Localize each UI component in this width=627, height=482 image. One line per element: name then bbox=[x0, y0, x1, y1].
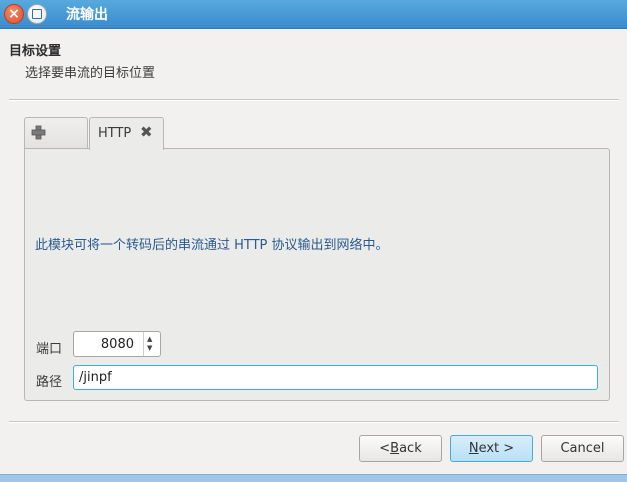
spin-arrows: ▲ ▼ bbox=[143, 332, 160, 356]
page-subtitle: 选择要串流的目标位置 bbox=[25, 66, 156, 81]
back-label-key: B bbox=[390, 441, 400, 456]
tab-http[interactable]: HTTP ✖ bbox=[89, 117, 164, 150]
plus-icon bbox=[31, 125, 46, 140]
page-title: 目标设置 bbox=[9, 44, 62, 59]
cancel-button[interactable]: Cancel bbox=[541, 435, 624, 462]
maximize-icon bbox=[32, 9, 42, 19]
window-title: 流输出 bbox=[66, 7, 108, 23]
tab-panel bbox=[24, 148, 610, 401]
path-label: 路径 bbox=[36, 375, 63, 390]
path-input[interactable] bbox=[73, 365, 598, 390]
close-window-button[interactable]: × bbox=[4, 4, 24, 24]
header-divider bbox=[9, 99, 619, 101]
back-label-pre: < bbox=[379, 441, 391, 456]
next-label-post: ext > bbox=[478, 441, 515, 456]
tab-add-destination[interactable] bbox=[24, 117, 88, 149]
module-description: 此模块可将一个转码后的串流通过 HTTP 协议输出到网络中。 bbox=[35, 238, 389, 253]
back-label-post: ack bbox=[399, 441, 422, 456]
footer-divider bbox=[9, 421, 619, 423]
title-bar: × 流输出 bbox=[0, 0, 627, 29]
maximize-window-button[interactable] bbox=[27, 4, 47, 24]
spin-up-icon[interactable]: ▲ bbox=[147, 336, 152, 343]
close-tab-icon[interactable]: ✖ bbox=[140, 125, 153, 140]
spin-down-icon[interactable]: ▼ bbox=[147, 345, 152, 352]
port-label: 端口 bbox=[36, 342, 63, 357]
close-icon: × bbox=[8, 6, 20, 22]
port-value: 8080 bbox=[100, 337, 134, 352]
tab-http-label: HTTP bbox=[98, 126, 132, 141]
port-spinbox[interactable]: 8080 ▲ ▼ bbox=[73, 331, 161, 357]
next-label-key: N bbox=[468, 441, 479, 456]
next-button[interactable]: Next > bbox=[450, 435, 533, 462]
back-button[interactable]: < Back bbox=[359, 435, 442, 462]
